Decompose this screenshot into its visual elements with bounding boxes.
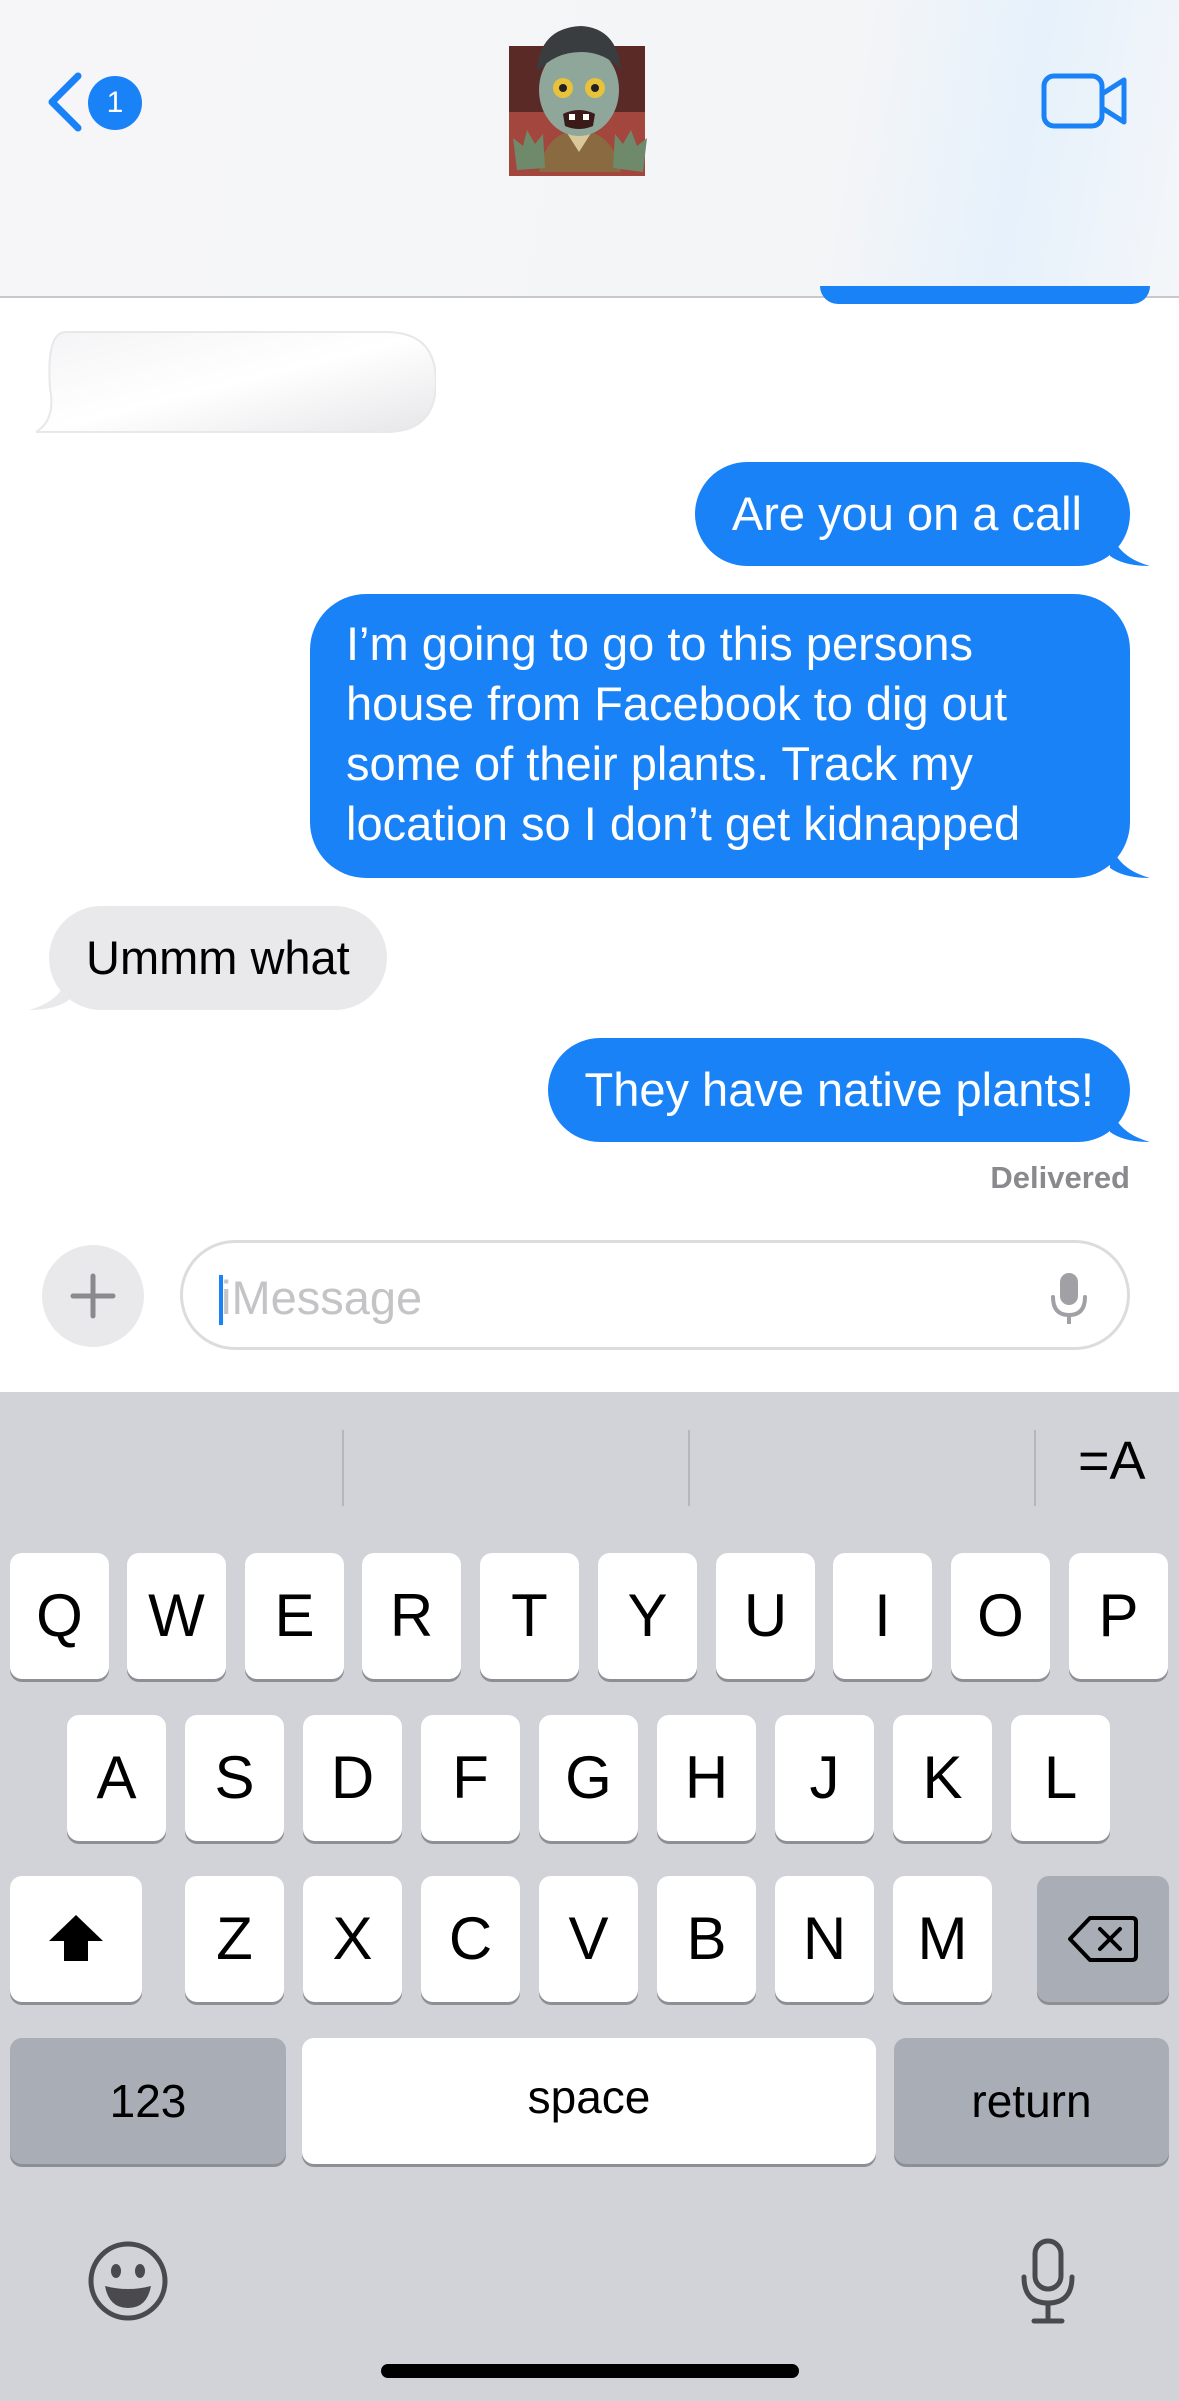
- video-camera-icon: [1041, 73, 1127, 129]
- key-a[interactable]: A: [67, 1715, 166, 1841]
- plus-icon: [70, 1273, 116, 1319]
- key-d[interactable]: D: [303, 1715, 402, 1841]
- chevron-left-icon: [48, 72, 82, 132]
- conversation-header: 1: [0, 0, 1179, 298]
- imessage-input[interactable]: iMessage: [180, 1240, 1130, 1350]
- shift-arrow-icon: [49, 1915, 103, 1961]
- bubble-tail: [29, 970, 69, 1010]
- key-z[interactable]: Z: [185, 1876, 284, 2002]
- backspace-icon: [1068, 1916, 1138, 1962]
- redacted-incoming-bubble[interactable]: [36, 328, 436, 436]
- outgoing-message[interactable]: I’m going to go to this persons house fr…: [310, 594, 1150, 878]
- message-text: Ummm what: [86, 931, 350, 984]
- delete-key[interactable]: [1037, 1876, 1169, 2002]
- key-u[interactable]: U: [716, 1553, 815, 1679]
- key-r[interactable]: R: [362, 1553, 461, 1679]
- key-w[interactable]: W: [127, 1553, 226, 1679]
- key-h[interactable]: H: [657, 1715, 756, 1841]
- key-v[interactable]: V: [539, 1876, 638, 2002]
- key-k[interactable]: K: [893, 1715, 992, 1841]
- key-s[interactable]: S: [185, 1715, 284, 1841]
- keyboard: =A Q W E R T Y U I O P A S D F G H J K L…: [0, 1392, 1179, 2401]
- numbers-key[interactable]: 123: [10, 2038, 286, 2164]
- message-text: Are you on a call: [731, 487, 1082, 540]
- key-p[interactable]: P: [1069, 1553, 1168, 1679]
- bubble-tail: [1110, 1102, 1150, 1142]
- facetime-video-button[interactable]: [1040, 70, 1130, 132]
- message-text-line: house from Facebook to dig out: [346, 677, 1008, 730]
- shift-key[interactable]: [10, 1876, 142, 2002]
- key-y[interactable]: Y: [598, 1553, 697, 1679]
- home-indicator[interactable]: [381, 2364, 799, 2378]
- message-text-line: some of their plants. Track my: [346, 737, 973, 790]
- key-n[interactable]: N: [775, 1876, 874, 2002]
- outgoing-message[interactable]: They have native plants!: [547, 1038, 1150, 1142]
- outgoing-message[interactable]: Are you on a call: [694, 462, 1150, 566]
- bubble-tail: [1110, 838, 1150, 878]
- message-text-line: location so I don’t get kidnapped: [346, 797, 1021, 850]
- key-f[interactable]: F: [421, 1715, 520, 1841]
- bubble-tail: [1110, 526, 1150, 566]
- key-m[interactable]: M: [893, 1876, 992, 2002]
- delivery-status: Delivered: [990, 1160, 1130, 1195]
- message-text: They have native plants!: [584, 1063, 1094, 1116]
- suggestion-divider: [1034, 1430, 1036, 1506]
- key-q[interactable]: Q: [10, 1553, 109, 1679]
- key-o[interactable]: O: [951, 1553, 1050, 1679]
- space-key[interactable]: space: [302, 2038, 876, 2164]
- incoming-message[interactable]: Ummm what: [29, 906, 387, 1010]
- key-e[interactable]: E: [245, 1553, 344, 1679]
- key-x[interactable]: X: [303, 1876, 402, 2002]
- dictation-mic-icon[interactable]: [1018, 2237, 1078, 2327]
- key-t[interactable]: T: [480, 1553, 579, 1679]
- key-c[interactable]: C: [421, 1876, 520, 2002]
- dictation-mic-icon[interactable]: [1049, 1271, 1089, 1327]
- suggestion-divider: [688, 1430, 690, 1506]
- key-j[interactable]: J: [775, 1715, 874, 1841]
- input-placeholder: iMessage: [221, 1271, 423, 1324]
- key-b[interactable]: B: [657, 1876, 756, 2002]
- key-g[interactable]: G: [539, 1715, 638, 1841]
- suggestion-divider: [342, 1430, 344, 1506]
- text-format-button[interactable]: =A: [1078, 1430, 1146, 1492]
- message-text-line: I’m going to go to this persons: [346, 617, 974, 670]
- unread-count-badge: 1: [88, 76, 142, 130]
- return-key[interactable]: return: [894, 2038, 1169, 2164]
- key-l[interactable]: L: [1011, 1715, 1110, 1841]
- apps-plus-button[interactable]: [42, 1245, 144, 1347]
- back-button[interactable]: 1: [44, 66, 154, 138]
- emoji-icon[interactable]: [87, 2240, 169, 2322]
- contact-avatar[interactable]: [509, 22, 655, 186]
- previous-outgoing-bubble-edge: [820, 286, 1150, 304]
- key-i[interactable]: I: [833, 1553, 932, 1679]
